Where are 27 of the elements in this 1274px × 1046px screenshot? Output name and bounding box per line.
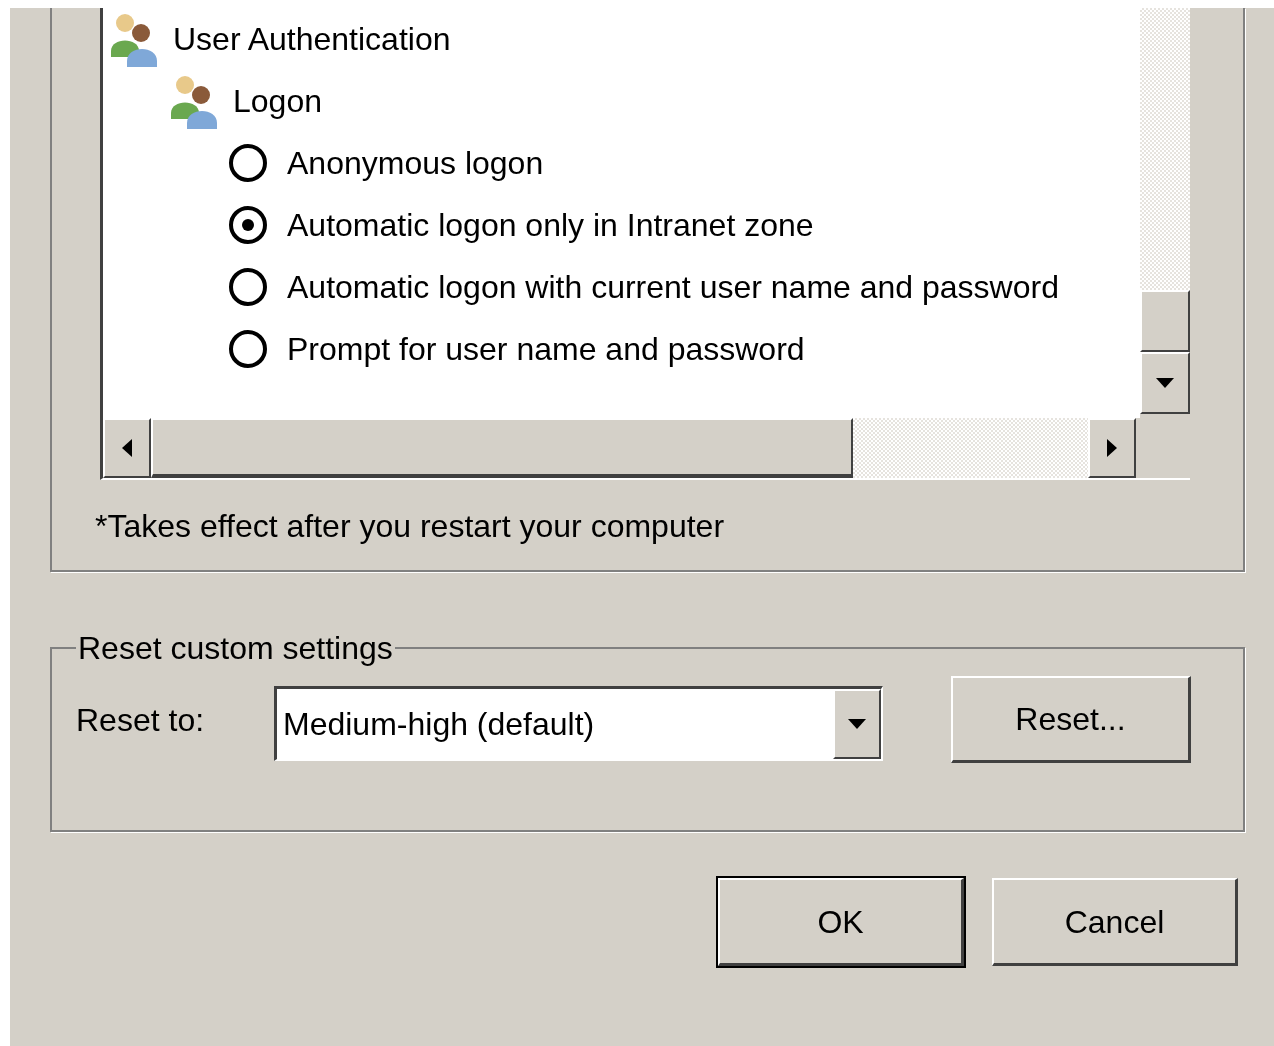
left-arrow-icon xyxy=(122,439,132,457)
scroll-left-button[interactable] xyxy=(103,418,151,478)
reset-level-dropdown[interactable]: Medium-high (default) xyxy=(274,686,883,761)
scrollbar-thumb[interactable] xyxy=(151,418,853,478)
option-label[interactable]: Anonymous logon xyxy=(287,139,544,187)
radio-button[interactable] xyxy=(229,330,267,368)
right-arrow-icon xyxy=(1107,439,1117,457)
scrollbar-thumb[interactable] xyxy=(1140,290,1190,352)
dialog-button[interactable]: Cancel xyxy=(992,878,1238,966)
group-title: Reset custom settings xyxy=(77,629,394,668)
down-arrow-icon xyxy=(848,719,866,729)
reset-to-label: Reset to: xyxy=(76,701,206,740)
dialog-button[interactable]: OK xyxy=(718,878,964,966)
radio-button[interactable] xyxy=(229,144,267,182)
reset-button[interactable]: Reset... xyxy=(951,676,1191,763)
restart-note: *Takes effect after you restart your computer xyxy=(95,508,725,544)
radio-button[interactable] xyxy=(229,206,267,244)
down-arrow-icon xyxy=(1156,378,1174,388)
option-label[interactable]: Prompt for user name and password xyxy=(287,325,805,373)
option-label[interactable]: Automatic logon with current user name and password xyxy=(287,263,1059,311)
tree-item-label: Logon xyxy=(233,82,322,121)
dropdown-button[interactable] xyxy=(833,689,881,759)
scroll-right-button[interactable] xyxy=(1088,418,1136,478)
option-label[interactable]: Automatic logon only in Intranet zone xyxy=(287,201,814,249)
radio-button[interactable] xyxy=(229,268,267,306)
scroll-down-button[interactable] xyxy=(1140,352,1190,414)
tree-item-label: User Authentication xyxy=(173,20,451,59)
